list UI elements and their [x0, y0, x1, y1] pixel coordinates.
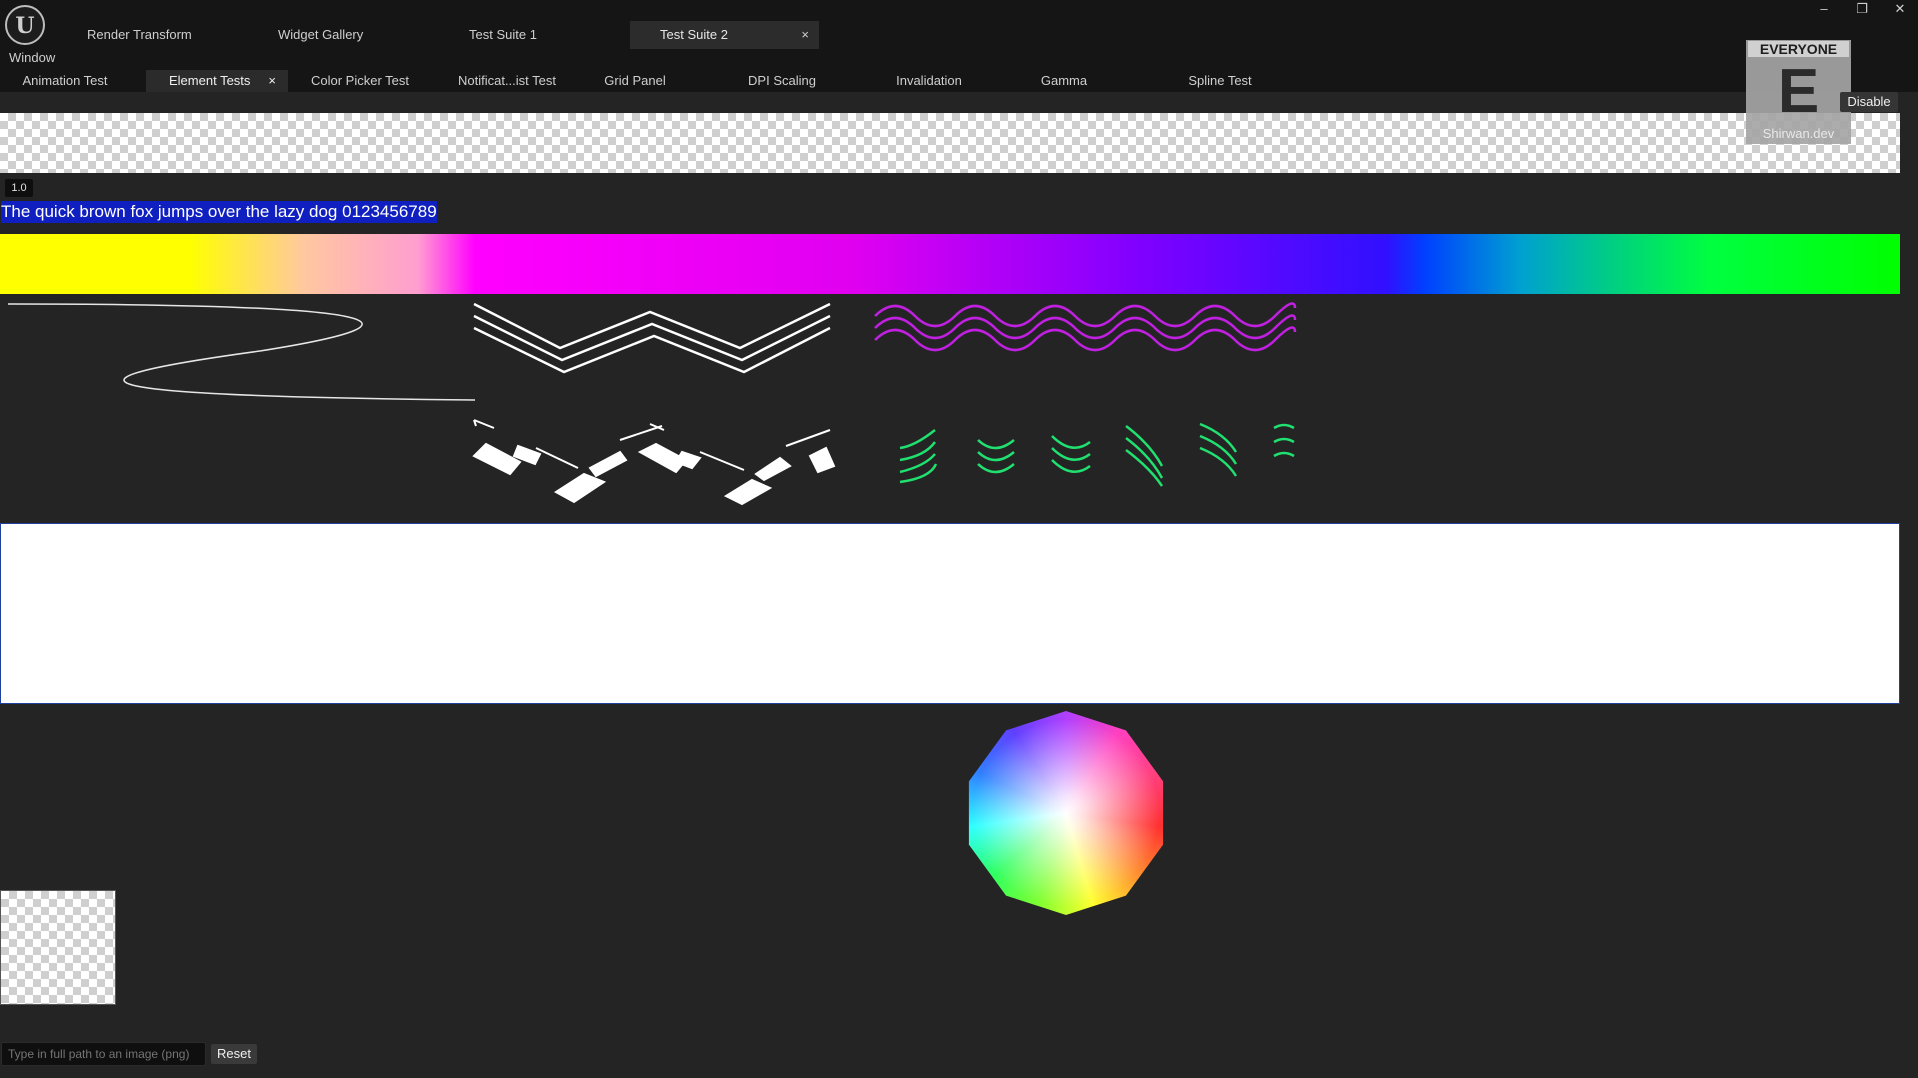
reset-button[interactable]: Reset: [211, 1044, 257, 1064]
tab-test-suite-2[interactable]: Test Suite 2 ×: [630, 21, 819, 49]
white-panel: [0, 523, 1900, 704]
tab-label: Notificat...ist Test: [457, 73, 556, 88]
disable-button[interactable]: Disable: [1840, 92, 1898, 112]
tab-grid-panel[interactable]: Grid Panel: [575, 70, 695, 92]
tab-spline-test[interactable]: Spline Test: [1160, 70, 1280, 92]
tab-element-tests[interactable]: Element Tests ×: [146, 70, 288, 92]
color-gradient-bar: [0, 234, 1900, 294]
window-menu[interactable]: Window: [9, 50, 55, 65]
tab-label: Widget Gallery: [278, 27, 364, 42]
color-wheel[interactable]: [968, 711, 1164, 915]
tab-label: Render Transform: [87, 27, 192, 42]
tab-label: Gamma: [1040, 73, 1088, 88]
element-shapes: [7, 302, 1297, 506]
tab-label: Invalidation: [896, 73, 962, 88]
tab-render-transform[interactable]: Render Transform: [69, 21, 219, 49]
close-icon[interactable]: ×: [268, 70, 276, 92]
tab-color-picker-test[interactable]: Color Picker Test: [300, 70, 420, 92]
unreal-logo-icon[interactable]: U: [5, 5, 45, 45]
broken-blocks: [472, 419, 836, 506]
tab-label: Animation Test: [22, 73, 108, 88]
image-path-input[interactable]: [1, 1042, 206, 1066]
scale-badge: 1.0: [5, 179, 33, 197]
tab-dpi-scaling[interactable]: DPI Scaling: [722, 70, 842, 92]
tab-label: Grid Panel: [604, 73, 666, 88]
green-waves: [899, 422, 1295, 487]
title-bar: U Window Render Transform Widget Gallery…: [0, 0, 1918, 68]
sample-text: The quick brown fox jumps over the lazy …: [1, 201, 437, 223]
checker-strip: [0, 113, 1900, 173]
rating-footer: Shirwan.dev: [1762, 126, 1835, 141]
tab-label: Spline Test: [1188, 73, 1252, 88]
tab-invalidation[interactable]: Invalidation: [869, 70, 989, 92]
magenta-waves: [874, 302, 1297, 352]
tab-label: Test Suite 1: [469, 27, 537, 42]
restore-icon[interactable]: ❐: [1845, 0, 1879, 18]
image-preview: [0, 890, 116, 1005]
tab-animation-test[interactable]: Animation Test: [5, 70, 125, 92]
zigzag-lines: [473, 302, 831, 374]
tab-label: Element Tests: [169, 73, 251, 88]
tab-gamma[interactable]: Gamma: [1004, 70, 1124, 92]
tab-label: DPI Scaling: [748, 73, 816, 88]
close-icon[interactable]: ×: [801, 21, 809, 49]
tab-label: Test Suite 2: [660, 27, 728, 42]
rating-badge: EVERYONE E Shirwan.dev: [1746, 40, 1851, 144]
rating-letter: E: [1777, 57, 1820, 126]
logo-letter: U: [15, 13, 35, 39]
spline-curve: [7, 303, 476, 401]
minimize-icon[interactable]: –: [1807, 0, 1841, 18]
tab-widget-gallery[interactable]: Widget Gallery: [260, 21, 410, 49]
close-window-icon[interactable]: ✕: [1883, 0, 1917, 18]
tab-notification-list-test[interactable]: Notificat...ist Test: [447, 70, 567, 92]
sub-tab-bar: Animation Test Element Tests × Color Pic…: [0, 68, 1918, 92]
tab-label: Color Picker Test: [310, 73, 409, 88]
tab-test-suite-1[interactable]: Test Suite 1: [451, 21, 601, 49]
rating-label: EVERYONE: [1748, 41, 1849, 57]
